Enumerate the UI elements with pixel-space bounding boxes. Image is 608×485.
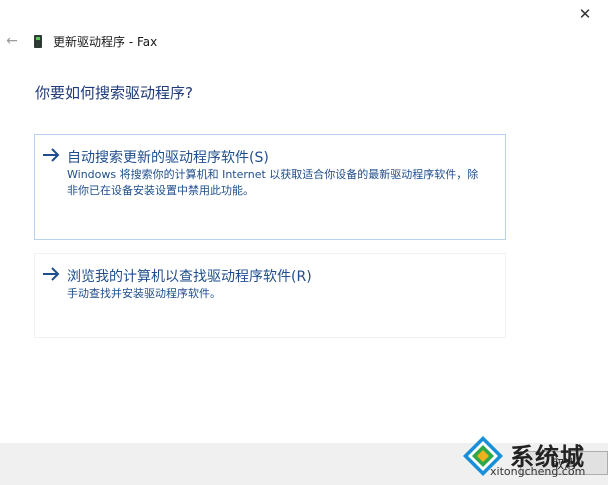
arrow-right-icon — [43, 148, 60, 162]
option-browse-computer[interactable]: 浏览我的计算机以查找驱动程序软件(R) 手动查找并安装驱动程序软件。 — [34, 253, 506, 338]
watermark-logo: 系统城 xitongcheng.com — [454, 435, 604, 483]
option-auto-search[interactable]: 自动搜索更新的驱动程序软件(S) Windows 将搜索你的计算机和 Inter… — [34, 134, 506, 240]
back-button[interactable]: ← — [4, 32, 20, 50]
window-title: 更新驱动程序 - Fax — [53, 35, 158, 49]
back-arrow-icon: ← — [6, 33, 18, 49]
option-description: Windows 将搜索你的计算机和 Internet 以获取适合你设备的最新驱动… — [67, 168, 479, 197]
option-title: 浏览我的计算机以查找驱动程序软件(R) — [67, 269, 312, 285]
option-description: 手动查找并安装驱动程序软件。 — [67, 287, 221, 300]
page-heading: 你要如何搜索驱动程序? — [35, 84, 193, 102]
arrow-right-icon — [43, 267, 60, 281]
option-title: 自动搜索更新的驱动程序软件(S) — [67, 150, 269, 166]
fax-device-icon — [34, 35, 42, 48]
close-icon: ✕ — [578, 5, 592, 23]
close-button[interactable]: ✕ — [562, 0, 608, 28]
watermark-url: xitongcheng.com — [490, 465, 586, 478]
